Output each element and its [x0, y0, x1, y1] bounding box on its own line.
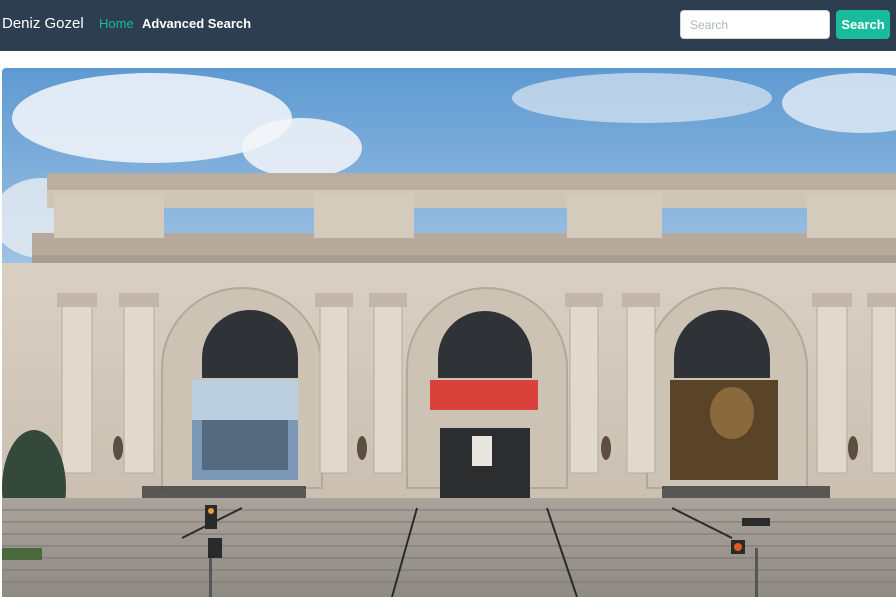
hero-image — [2, 68, 896, 597]
search-button[interactable]: Search — [836, 10, 890, 39]
search-input[interactable] — [680, 10, 830, 39]
nav-link-home[interactable]: Home — [99, 16, 134, 32]
top-navbar: Deniz Gozel Home Advanced Search Search — [0, 0, 896, 51]
nav-link-advanced-search[interactable]: Advanced Search — [142, 16, 251, 32]
brand-link[interactable]: Deniz Gozel — [2, 14, 84, 34]
